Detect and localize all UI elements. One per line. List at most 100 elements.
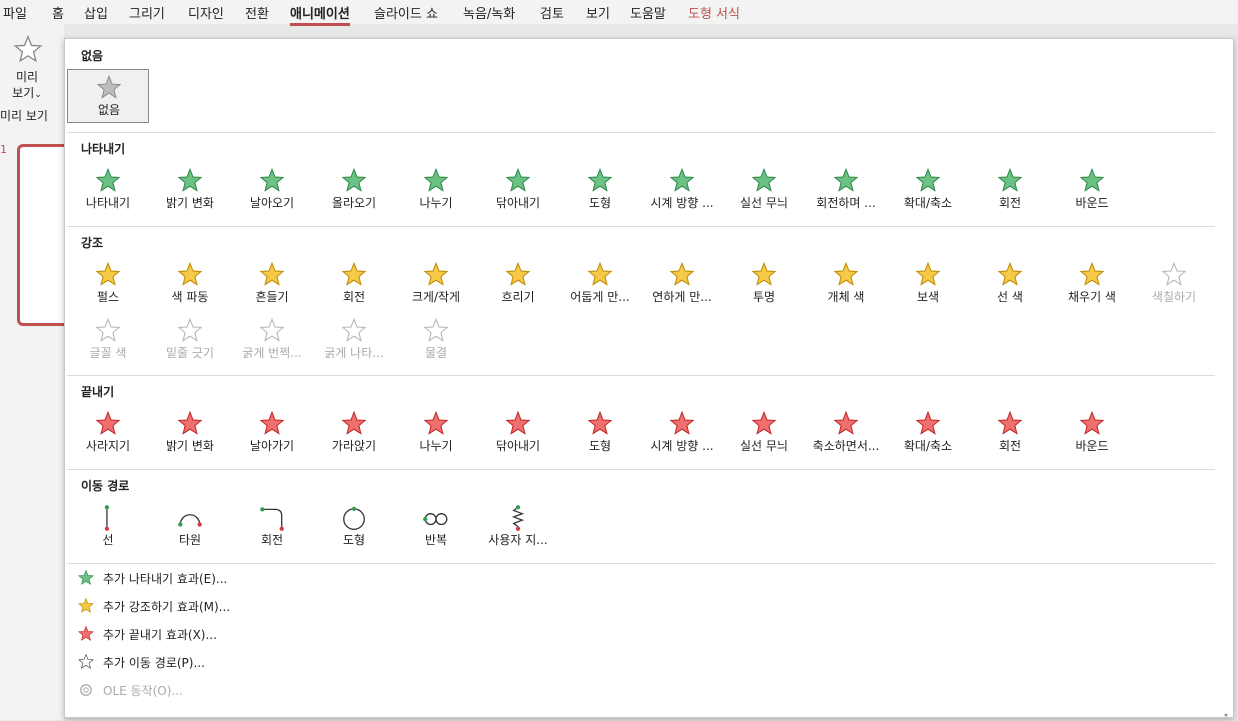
tab-help[interactable]: 도움말	[630, 3, 666, 22]
emphasis-effect-16: 굵게 번쩍...	[231, 313, 313, 365]
exit-effect-5[interactable]: 닦아내기	[477, 406, 559, 458]
motion-effect-0[interactable]: 선	[67, 500, 149, 552]
tab-animations[interactable]: 애니메이션	[290, 3, 350, 26]
exit-effect-7[interactable]: 시계 방향 ...	[641, 406, 723, 458]
tab-design[interactable]: 디자인	[188, 3, 224, 22]
command-label: OLE 동작(O)...	[103, 684, 183, 698]
preview-button[interactable]: 미리 보기⌄	[8, 69, 46, 103]
effect-label: 흐리기	[501, 290, 535, 304]
emphasis-effect-8[interactable]: 투명	[723, 257, 805, 309]
motion-path-icon	[77, 653, 95, 671]
green-star-icon	[94, 167, 122, 195]
gold-star-icon	[176, 317, 204, 345]
emphasis-effect-17: 굵게 나타...	[313, 313, 395, 365]
green-star-icon	[340, 167, 368, 195]
emphasis-effect-1[interactable]: 색 파동	[149, 257, 231, 309]
emphasis-effect-11[interactable]: 선 색	[969, 257, 1051, 309]
more-motion-paths-command[interactable]: 추가 이동 경로(P)...	[77, 651, 477, 673]
effect-label: 굵게 나타...	[324, 346, 384, 360]
exit-effect-4[interactable]: 나누기	[395, 406, 477, 458]
entrance-effect-0[interactable]: 나타내기	[67, 163, 149, 215]
tab-insert[interactable]: 삽입	[84, 3, 108, 22]
tab-slideshow[interactable]: 슬라이드 쇼	[374, 3, 438, 22]
entrance-effect-1[interactable]: 밝기 변화	[149, 163, 231, 215]
motion-path-icon	[422, 504, 450, 532]
gold-star-icon	[340, 261, 368, 289]
exit-effect-6[interactable]: 도형	[559, 406, 641, 458]
effect-label: 색칠하기	[1151, 290, 1197, 304]
effect-label: 실선 무늬	[740, 439, 788, 453]
entrance-effect-6[interactable]: 도형	[559, 163, 641, 215]
entrance-effect-12[interactable]: 바운드	[1051, 163, 1133, 215]
exit-effect-12[interactable]: 바운드	[1051, 406, 1133, 458]
entrance-effect-4[interactable]: 나누기	[395, 163, 477, 215]
emphasis-effect-0[interactable]: 펄스	[67, 257, 149, 309]
effect-label: 회전	[260, 533, 284, 547]
resize-grip-icon[interactable]	[1223, 707, 1229, 717]
red-star-icon	[832, 410, 860, 438]
preview-star-icon[interactable]	[12, 34, 44, 69]
section-title-exit: 끝내기	[81, 385, 115, 399]
emphasis-effect-9[interactable]: 개체 색	[805, 257, 887, 309]
entrance-effect-10[interactable]: 확대/축소	[887, 163, 969, 215]
emphasis-effect-12[interactable]: 채우기 색	[1051, 257, 1133, 309]
emphasis-effect-14: 글꼴 색	[67, 313, 149, 365]
gold-star-icon	[914, 261, 942, 289]
tab-review[interactable]: 검토	[540, 3, 564, 22]
green-star-icon	[176, 167, 204, 195]
effect-label: 밝기 변화	[166, 196, 214, 210]
exit-effect-10[interactable]: 확대/축소	[887, 406, 969, 458]
effect-label: 확대/축소	[903, 439, 953, 453]
emphasis-effect-10[interactable]: 보색	[887, 257, 969, 309]
tab-home[interactable]: 홈	[52, 3, 64, 22]
motion-effect-4[interactable]: 반복	[395, 500, 477, 552]
emphasis-effect-7[interactable]: 연하게 만...	[641, 257, 723, 309]
exit-effect-8[interactable]: 실선 무늬	[723, 406, 805, 458]
emphasis-effect-5[interactable]: 흐리기	[477, 257, 559, 309]
exit-effect-11[interactable]: 회전	[969, 406, 1051, 458]
entrance-effect-2[interactable]: 날아오기	[231, 163, 313, 215]
effect-none[interactable]: 없음	[67, 69, 149, 123]
tab-draw[interactable]: 그리기	[129, 3, 165, 22]
entrance-effect-11[interactable]: 회전	[969, 163, 1051, 215]
exit-effect-3[interactable]: 가라앉기	[313, 406, 395, 458]
more-entrance-effects-command[interactable]: 추가 나타내기 효과(E)...	[77, 567, 477, 589]
tab-file[interactable]: 파일	[3, 3, 27, 22]
red-star-icon	[176, 410, 204, 438]
entrance-effect-3[interactable]: 올라오기	[313, 163, 395, 215]
emphasis-effect-6[interactable]: 어둡게 만...	[559, 257, 641, 309]
green-star-icon	[258, 167, 286, 195]
gold-star-icon	[750, 261, 778, 289]
tab-transitions[interactable]: 전환	[245, 3, 269, 22]
section-title-none: 없음	[81, 49, 104, 63]
exit-effect-1[interactable]: 밝기 변화	[149, 406, 231, 458]
motion-effect-3[interactable]: 도형	[313, 500, 395, 552]
tab-record[interactable]: 녹음/녹화	[463, 3, 515, 22]
divider	[67, 132, 1215, 133]
entrance-effect-9[interactable]: 회전하며 ...	[805, 163, 887, 215]
entrance-effect-5[interactable]: 닦아내기	[477, 163, 559, 215]
exit-effect-0[interactable]: 사라지기	[67, 406, 149, 458]
ole-action-command: OLE 동작(O)...	[77, 679, 477, 701]
emphasis-effect-2[interactable]: 흔들기	[231, 257, 313, 309]
divider	[67, 226, 1215, 227]
exit-effect-9[interactable]: 축소하면서...	[805, 406, 887, 458]
emphasis-effect-4[interactable]: 크게/작게	[395, 257, 477, 309]
motion-effect-1[interactable]: 타원	[149, 500, 231, 552]
motion-effect-2[interactable]: 회전	[231, 500, 313, 552]
entrance-effect-8[interactable]: 실선 무늬	[723, 163, 805, 215]
tab-view[interactable]: 보기	[586, 3, 610, 22]
effect-label: 시계 방향 ...	[650, 196, 714, 210]
tab-shape-format[interactable]: 도형 서식	[688, 3, 740, 22]
gold-star-icon	[586, 261, 614, 289]
effect-label: 회전	[998, 196, 1022, 210]
more-exit-effects-command[interactable]: 추가 끝내기 효과(X)...	[77, 623, 477, 645]
more-emphasis-effects-command[interactable]: 추가 강조하기 효과(M)...	[77, 595, 477, 617]
emphasis-effect-3[interactable]: 회전	[313, 257, 395, 309]
red-star-icon	[94, 410, 122, 438]
exit-effect-2[interactable]: 날아가기	[231, 406, 313, 458]
entrance-effect-7[interactable]: 시계 방향 ...	[641, 163, 723, 215]
effect-label: 물결	[424, 346, 448, 360]
effect-label: 회전하며 ...	[816, 196, 876, 210]
motion-effect-5[interactable]: 사용자 지...	[477, 500, 559, 552]
